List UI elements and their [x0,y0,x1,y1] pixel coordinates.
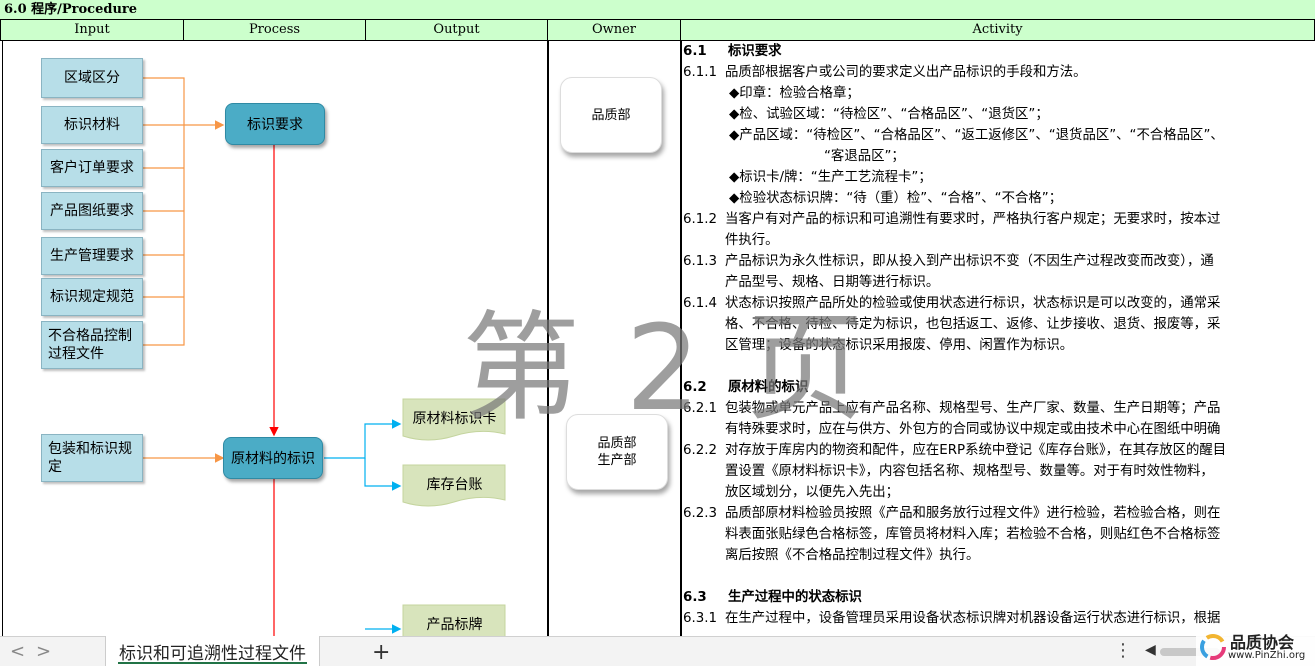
activity-line-number: 6.3.1 [683,611,718,626]
activity-line-text: ◆印章：检验合格章； [729,86,860,101]
activity-line-text: ◆检验状态标识牌：“待（重）检”、“合格”、“不合格”； [729,191,1063,206]
process-label-requirement: 标识要求 [225,103,325,145]
activity-line-number: 6.3 [683,590,707,605]
activity-line-number: 6.1.2 [683,212,718,227]
activity-line-text: 产品标识为永久性标识，即从投入到产出标识不变（不因生产过程改变而改变），通 [725,254,1214,269]
more-options-icon[interactable]: ⋮ [1114,640,1132,661]
input-label-standard: 标识规定规范 [41,278,143,316]
input-production-requirement: 生产管理要求 [41,237,143,275]
activity-line-text: ◆检、试验区域：“待检区”、“合格品区”、“退货区”； [729,107,1049,122]
activity-line-text: 放区域划分，以便先入先出； [725,485,900,500]
output-inventory-ledger: 库存台账 [402,464,507,508]
add-sheet-button[interactable]: + [372,640,390,665]
output-label: 产品标牌 [426,617,483,633]
next-sheet-icon[interactable]: > [36,641,51,662]
activity-line-number: 6.2.2 [683,443,718,458]
activity-line-text: 在生产过程中，设备管理员采用设备状态标识牌对机器设备运行状态进行标识，根据 [725,611,1221,626]
activity-line-text: 料表面张贴绿色合格标签，库管员将材料入库；若检验不合格，则贴红色不合格标签 [725,527,1221,542]
activity-line-text: 标识要求 [728,44,782,59]
input-drawing-requirement: 产品图纸要求 [41,192,143,230]
input-packaging-rule: 包装和标识规定 [41,434,143,482]
activity-line-text: 生产过程中的状态标识 [728,590,862,605]
activity-line-number: 6.1 [683,44,707,59]
activity-line-text: 离后按照《不合格品控制过程文件》执行。 [725,548,980,563]
activity-line-text: “客退品区”； [824,149,905,164]
logo-url: www.PinZhi.org [1228,650,1306,661]
input-nonconforming-doc: 不合格品控制过程文件 [41,321,143,369]
input-area-division: 区域区分 [41,58,143,98]
process-raw-material-label: 原材料的标识 [223,437,323,479]
input-connector-lines [143,77,225,463]
scroll-left-icon[interactable]: ◀ [1145,642,1156,658]
page-watermark: 第 2 页 [462,299,869,437]
activity-line-text: 件执行。 [725,233,779,248]
input-customer-order: 客户订单要求 [41,149,143,187]
activity-line-number: 6.2.3 [683,506,718,521]
activity-line-text: 当客户有对产品的标识和可追溯性有要求时，严格执行客户规定；无要求时，按本过 [725,212,1221,227]
activity-line-text: 对存放于库房内的物资和配件，应在ERP系统中登记《库存台账》，在其存放区的醒目 [725,443,1227,458]
activity-line-text: 品质部原材料检验员按照《产品和服务放行过程文件》进行检验，若检验合格，则在 [725,506,1221,521]
activity-line-text: ◆产品区域：“待检区”、“合格品区”、“返工返修区”、“退货品区”、“不合格品区… [729,128,1224,143]
output-label: 库存台账 [426,477,483,493]
activity-line-text: 品质部根据客户或公司的要求定义出产品标识的手段和方法。 [725,65,1087,80]
activity-line-text: ◆标识卡/牌：“生产工艺流程卡”； [729,170,932,185]
input-label-material: 标识材料 [41,106,143,144]
sheet-tab-active[interactable]: 标识和可追溯性过程文件 [105,636,320,666]
activity-line-text: 置设置《原材料标识卡》，内容包括名称、规格型号、数量等。对于有时效性物料， [725,464,1214,479]
pinzhi-logo: 品质协会 www.PinZhi.org [1196,626,1315,666]
owner-quality-dept: 品质部 [560,77,662,153]
logo-swirl-icon [1200,634,1226,660]
prev-sheet-icon[interactable]: < [10,641,25,662]
activity-line-number: 6.1.1 [683,65,718,80]
output-connector-lines [324,419,402,634]
activity-line-number: 6.1.3 [683,254,718,269]
